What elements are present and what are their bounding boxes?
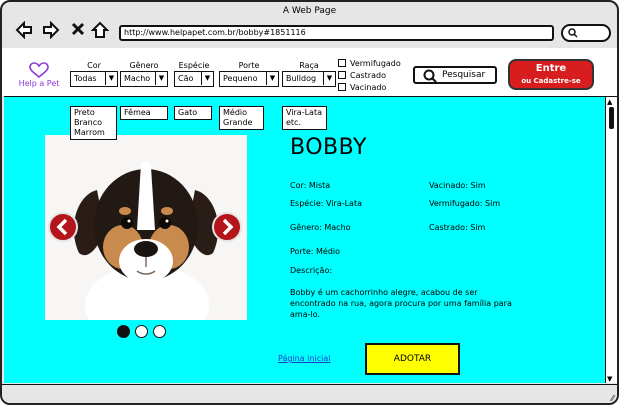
filter-cor: Cor Todas ▼ Preto Branco Marrom — [70, 60, 118, 140]
raca-option[interactable]: Vira-Lata — [286, 108, 323, 118]
home-icon[interactable] — [90, 21, 110, 41]
filter-genero-label: Gênero — [129, 61, 159, 70]
help-a-pet-logo[interactable]: Help a Pet — [14, 62, 64, 88]
carousel-prev-button[interactable] — [48, 212, 78, 242]
pet-descricao-label: Descrição: — [290, 266, 333, 275]
chevron-down-icon[interactable]: ▼ — [155, 72, 167, 85]
login-signup-button[interactable]: Entre ou Cadastre-se — [508, 59, 594, 90]
url-bar[interactable]: http://www.helpapet.com.br/bobby#1851116 — [119, 25, 554, 41]
genero-select[interactable]: Macho ▼ — [120, 71, 168, 87]
filter-cor-label: Cor — [87, 61, 101, 70]
filter-raca-label: Raça — [299, 61, 319, 70]
chevron-down-icon[interactable]: ▼ — [266, 72, 278, 85]
carousel-dot[interactable] — [153, 325, 166, 338]
chevron-down-icon[interactable]: ▼ — [323, 72, 335, 85]
checkbox-box[interactable] — [338, 83, 346, 91]
raca-select-value: Bulldog — [286, 74, 317, 83]
genero-options: Fêmea — [120, 106, 168, 120]
pet-name: BOBBY — [290, 135, 367, 160]
carousel-next-button[interactable] — [212, 212, 242, 242]
raca-select[interactable]: Bulldog ▼ — [282, 71, 336, 87]
search-button[interactable]: Pesquisar — [413, 66, 497, 84]
filter-porte-label: Porte — [238, 61, 260, 70]
cor-option[interactable]: Marrom — [74, 128, 113, 138]
porte-option[interactable]: Grande — [223, 118, 260, 128]
search-icon — [423, 69, 437, 83]
checkbox-label: Castrado — [350, 71, 386, 80]
vertical-scrollbar[interactable]: ▲ ▼ — [605, 96, 617, 383]
especie-select-value: Cão — [178, 74, 194, 83]
home-page-link[interactable]: Página inicial — [278, 354, 330, 363]
checkbox-box[interactable] — [338, 59, 346, 67]
chevron-down-icon[interactable]: ▼ — [201, 72, 213, 85]
cta-line2: ou Cadastre-se — [521, 77, 581, 85]
filter-raca: Raça Bulldog ▼ Vira-Lata etc. — [282, 60, 336, 130]
scroll-up-icon[interactable]: ▲ — [607, 98, 612, 106]
porte-option[interactable]: Médio — [223, 108, 260, 118]
window-title: A Web Page — [282, 6, 337, 16]
pet-cor: Cor: Mista — [290, 181, 331, 190]
cor-select[interactable]: Todas ▼ — [70, 71, 118, 87]
checkbox-group: Vermifugado Castrado Vacinado — [338, 58, 401, 94]
porte-select-value: Pequeno — [223, 74, 258, 83]
cor-options: Preto Branco Marrom — [70, 106, 117, 140]
genero-select-value: Macho — [124, 74, 151, 83]
raca-option[interactable]: etc. — [286, 118, 323, 128]
especie-option[interactable]: Gato — [178, 108, 208, 118]
status-bar: ⁄⁄ — [2, 384, 617, 403]
search-button-label: Pesquisar — [442, 70, 486, 80]
back-icon[interactable] — [14, 20, 34, 41]
pet-especie: Espécie: Vira-Lata — [290, 199, 362, 208]
chevron-down-icon[interactable]: ▼ — [105, 72, 117, 85]
browser-navbar: http://www.helpapet.com.br/bobby#1851116 — [2, 20, 617, 46]
porte-options: Médio Grande — [219, 106, 264, 130]
genero-option[interactable]: Fêmea — [124, 108, 164, 118]
chevron-right-icon — [222, 218, 234, 236]
cor-option[interactable]: Branco — [74, 118, 113, 128]
heart-icon — [29, 62, 49, 79]
browser-window: A Web Page http://www.helpapet.com.br/bo… — [0, 0, 619, 405]
cor-select-value: Todas — [74, 74, 97, 83]
especie-select[interactable]: Cão ▼ — [174, 71, 214, 87]
stop-icon[interactable] — [68, 21, 88, 41]
checkbox-vacinado[interactable]: Vacinado — [338, 82, 401, 94]
carousel-dots — [117, 323, 171, 342]
pet-genero: Gênero: Macho — [290, 223, 351, 232]
filter-bar: Help a Pet Cor Todas ▼ Preto Branco Marr… — [2, 48, 617, 140]
forward-icon[interactable] — [41, 20, 61, 41]
checkbox-vermifugado[interactable]: Vermifugado — [338, 58, 401, 70]
pet-photo — [45, 135, 247, 320]
filter-especie-label: Espécie — [178, 61, 210, 70]
filter-especie: Espécie Cão ▼ Gato — [174, 60, 214, 120]
browser-search-field[interactable] — [561, 24, 611, 42]
filter-porte: Porte Pequeno ▼ Médio Grande — [219, 60, 279, 130]
scroll-thumb[interactable] — [609, 107, 614, 129]
search-icon — [568, 28, 578, 38]
resize-grip-icon[interactable]: ⁄⁄ — [611, 394, 614, 403]
cor-option[interactable]: Preto — [74, 108, 113, 118]
pet-castrado: Castrado: Sim — [429, 223, 486, 232]
pet-description: Bobby é um cachorrinho alegre, acabou de… — [290, 288, 512, 319]
checkbox-box[interactable] — [338, 71, 346, 79]
porte-select[interactable]: Pequeno ▼ — [219, 71, 279, 87]
pet-vacinado: Vacinado: Sim — [429, 181, 486, 190]
raca-options: Vira-Lata etc. — [282, 106, 327, 130]
adopt-button[interactable]: ADOTAR — [365, 343, 460, 375]
carousel-dot[interactable] — [117, 325, 130, 338]
filter-genero: Gênero Macho ▼ Fêmea — [120, 60, 168, 120]
pet-porte: Porte: Médio — [290, 247, 341, 256]
checkbox-castrado[interactable]: Castrado — [338, 70, 401, 82]
cta-line1: Entre — [535, 63, 567, 74]
chevron-left-icon — [56, 218, 68, 236]
logo-text: Help a Pet — [18, 79, 60, 88]
checkbox-label: Vacinado — [350, 83, 387, 92]
checkbox-label: Vermifugado — [350, 59, 401, 68]
scroll-down-icon[interactable]: ▼ — [607, 375, 612, 383]
pet-vermifugado: Vermifugado: Sim — [429, 199, 501, 208]
especie-options: Gato — [174, 106, 212, 120]
carousel-dot[interactable] — [135, 325, 148, 338]
